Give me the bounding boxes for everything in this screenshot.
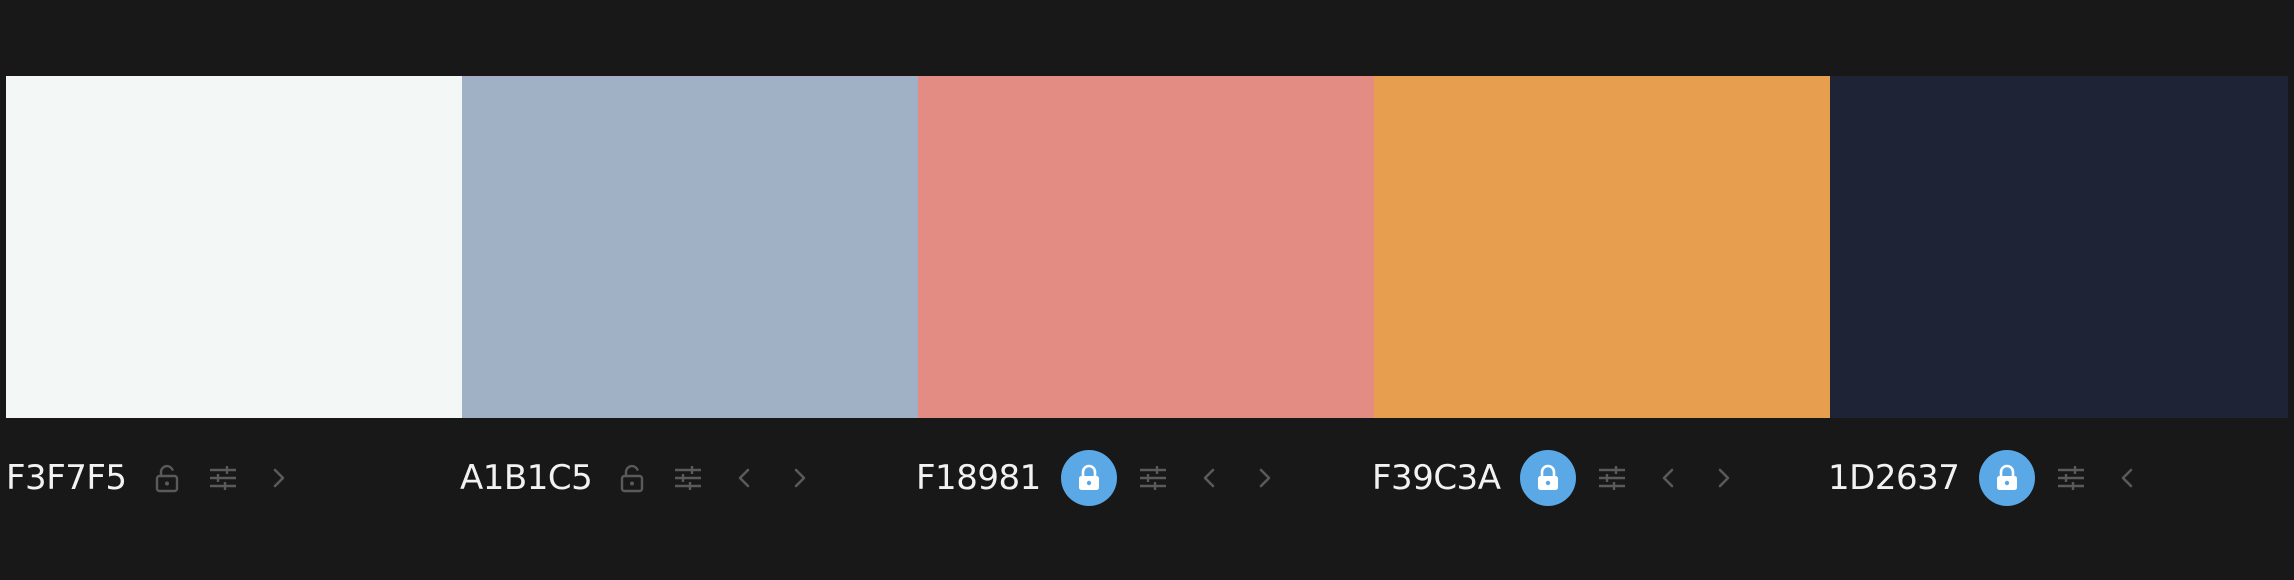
adjust-button-swatch-4[interactable] bbox=[1592, 458, 1632, 498]
move-right-button-swatch-2[interactable] bbox=[780, 458, 820, 498]
swatch-2-controls: A1B1C5 bbox=[460, 448, 836, 508]
move-right-button-swatch-4[interactable] bbox=[1704, 458, 1744, 498]
move-left-button-swatch-4[interactable] bbox=[1648, 458, 1688, 498]
unlock-icon bbox=[155, 464, 178, 493]
adjust-button-swatch-2[interactable] bbox=[668, 458, 708, 498]
adjust-button-swatch-1[interactable] bbox=[203, 458, 243, 498]
sliders-icon bbox=[2058, 466, 2085, 490]
lock-icon bbox=[1997, 464, 2018, 490]
sliders-icon bbox=[675, 466, 702, 490]
chevron-left-icon bbox=[1663, 468, 1674, 488]
swatch-5-controls: 1D2637 bbox=[1828, 448, 2163, 508]
move-left-button-swatch-5[interactable] bbox=[2107, 458, 2147, 498]
sliders-icon bbox=[1139, 466, 1166, 490]
hex-code-swatch-2[interactable]: A1B1C5 bbox=[460, 448, 593, 508]
hex-code-swatch-1[interactable]: F3F7F5 bbox=[6, 448, 127, 508]
lock-toggle-swatch-3[interactable] bbox=[1060, 450, 1117, 506]
hex-code-swatch-3[interactable]: F18981 bbox=[916, 448, 1041, 508]
lock-toggle-swatch-1[interactable] bbox=[147, 458, 187, 498]
lock-toggle-swatch-4[interactable] bbox=[1520, 450, 1577, 506]
lock-icon bbox=[1078, 464, 1099, 490]
swatch-3-controls: F18981 bbox=[916, 448, 1301, 508]
lock-toggle-swatch-5[interactable] bbox=[1979, 450, 2036, 506]
hex-code-swatch-5[interactable]: 1D2637 bbox=[1828, 448, 1960, 508]
swatch-1[interactable] bbox=[6, 76, 462, 418]
move-right-button-swatch-1[interactable] bbox=[259, 458, 299, 498]
swatch-controls-row: F3F7F5 A1B1C5 F18981 F39C3A 1D2637 bbox=[0, 448, 2294, 508]
swatch-5[interactable] bbox=[1830, 76, 2288, 418]
move-left-button-swatch-2[interactable] bbox=[724, 458, 764, 498]
move-left-button-swatch-3[interactable] bbox=[1189, 458, 1229, 498]
lock-toggle-swatch-2[interactable] bbox=[612, 458, 652, 498]
chevron-right-icon bbox=[794, 468, 806, 488]
hex-code-swatch-4[interactable]: F39C3A bbox=[1372, 448, 1501, 508]
swatch-4[interactable] bbox=[1374, 76, 1830, 418]
swatch-3[interactable] bbox=[918, 76, 1374, 418]
move-right-button-swatch-3[interactable] bbox=[1245, 458, 1285, 498]
unlock-icon bbox=[621, 464, 644, 493]
chevron-right-icon bbox=[1719, 468, 1730, 488]
sliders-icon bbox=[209, 466, 236, 490]
sliders-icon bbox=[1599, 466, 1626, 490]
chevron-left-icon bbox=[2122, 468, 2133, 488]
chevron-left-icon bbox=[1203, 468, 1215, 488]
color-palette bbox=[6, 76, 2288, 418]
chevron-right-icon bbox=[1259, 468, 1271, 488]
swatch-4-controls: F39C3A bbox=[1372, 448, 1760, 508]
chevron-left-icon bbox=[738, 468, 750, 488]
adjust-button-swatch-5[interactable] bbox=[2051, 458, 2091, 498]
swatch-2[interactable] bbox=[462, 76, 918, 418]
lock-icon bbox=[1538, 464, 1559, 490]
swatch-1-controls: F3F7F5 bbox=[6, 448, 315, 508]
adjust-button-swatch-3[interactable] bbox=[1133, 458, 1173, 498]
chevron-right-icon bbox=[273, 468, 284, 488]
